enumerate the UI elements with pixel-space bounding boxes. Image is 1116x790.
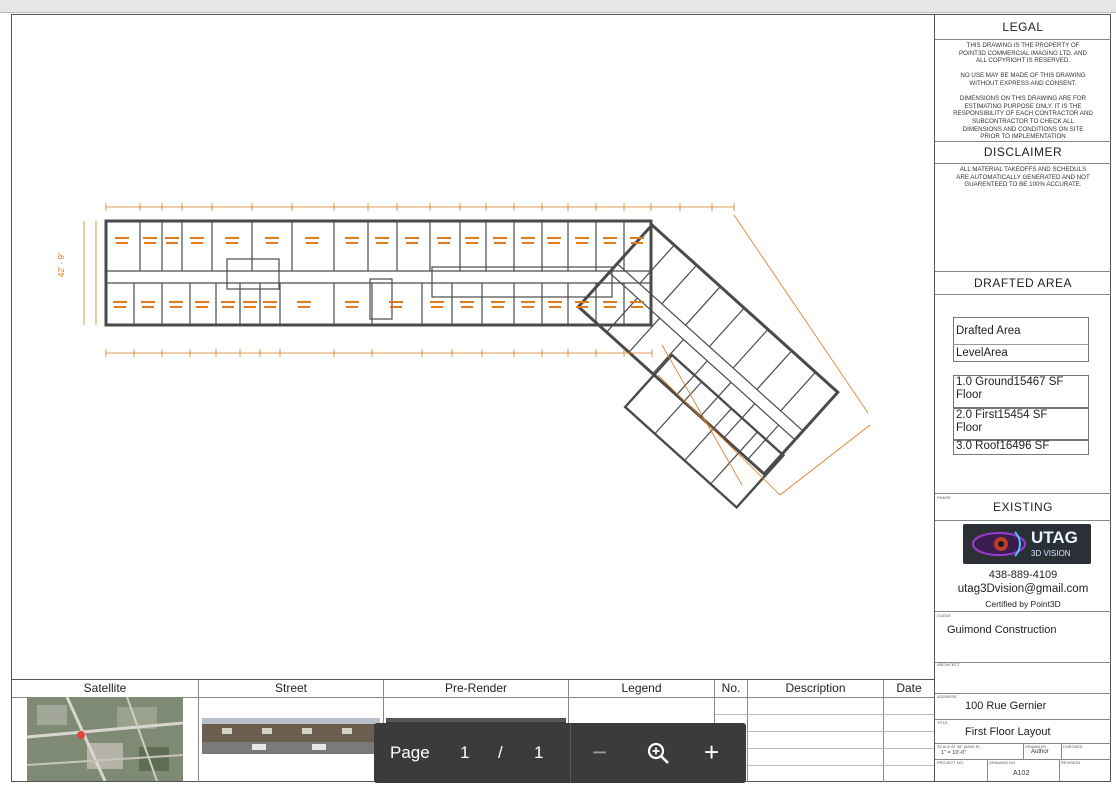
address-value: 100 Rue Gernier (965, 700, 1047, 712)
revision-date-label: Date (884, 680, 934, 698)
revision-row-line (715, 731, 934, 732)
street-label: Street (199, 680, 383, 698)
street-image (202, 718, 380, 754)
floor-row-first: 2.0 First15454 SF Floor (953, 408, 1089, 441)
company-phone: 438-889-4109 (988, 569, 1058, 581)
current-page-input[interactable]: 1 (460, 743, 469, 763)
legal-text: THIS DRAWING IS THE PROPERTY OF POINT3D C… (935, 39, 1111, 141)
text-line: POINT3D COMMERCIAL IMAGING LTD. AND (959, 49, 1087, 57)
address-section: ADDRESS 100 Rue Gernier (935, 693, 1111, 720)
overall-dimension-label: 42' - 9" (57, 252, 66, 277)
disclaimer-text: ALL MATERIAL TAKEOFFS AND SCHEDULS ARE AU… (935, 163, 1111, 189)
company-logo: UTAG 3D VISION (963, 524, 1091, 564)
toolbar-divider (570, 723, 571, 783)
architect-section: ARCHITECT (935, 661, 1111, 694)
legend-label: Legend (569, 680, 714, 698)
floor-row-roof: 3.0 Roof16496 SF (953, 439, 1089, 455)
logo-text-sub: 3D VISION (1031, 549, 1071, 558)
client-name: Guimond Construction (947, 624, 1057, 636)
drawn-by-value: Author (1031, 749, 1049, 755)
legal-header: LEGAL (935, 15, 1111, 40)
scale-value: 1" = 10'-0" (941, 750, 967, 756)
phase-label: PHASE (937, 495, 951, 500)
disclaimer-title: DISCLAIMER (983, 145, 1063, 159)
text-line: PRIOR TO IMPLEMENTATION (980, 133, 1066, 141)
text-line: GUARENTEED TO BE 100% ACCURATE. (964, 181, 1082, 189)
satellite-cell: Satellite (12, 680, 199, 782)
floor-plan: 42' - 9" (57, 203, 871, 510)
zoom-in-button[interactable]: + (704, 737, 719, 768)
pdf-page-toolbar: Page 1 / 1 − + (374, 723, 746, 783)
drawing-title-value: First Floor Layout (965, 726, 1051, 738)
project-section: PROJECT NO. DRAWING NO. REVISION A102 (935, 759, 1111, 781)
title-block: LEGAL THIS DRAWING IS THE PROPERTY OF POI… (934, 15, 1111, 781)
zoom-out-button[interactable]: − (592, 737, 607, 768)
level-area-col-header: LevelArea (956, 347, 1008, 359)
page-label: Page (390, 743, 430, 762)
revision-row-line (715, 765, 934, 766)
prerender-label: Pre-Render (384, 680, 568, 698)
disclaimer-body: ALL MATERIAL TAKEOFFS AND SCHEDULS ARE AU… (935, 163, 1111, 272)
revision-no-label: No. (715, 680, 747, 698)
text-line: ARE AUTOMATICALLY GENERATED AND NOT (956, 173, 1090, 181)
company-email: utag3Dvision@gmail.com (957, 583, 1089, 595)
text-line: ESTIMATING PURPOSE ONLY. IT IS THE (964, 102, 1082, 110)
drafted-area-table: Drafted Area LevelArea (953, 317, 1089, 362)
viewer-top-bar (0, 0, 1116, 13)
text-line (941, 88, 1105, 96)
drafted-area-col-header: Drafted Area (954, 318, 1088, 345)
drafted-area-header: DRAFTED AREA (935, 271, 1111, 295)
phase-section: PHASE EXISTING (935, 493, 1111, 521)
text-line: DIMENSIONS ON THIS DRAWING ARE FOR (959, 95, 1087, 103)
revision-description-label: Description (748, 680, 883, 698)
satellite-label: Satellite (12, 680, 198, 698)
text-line: WITHOUT EXPRESS AND CONSENT. (969, 79, 1077, 87)
logo-text-main: UTAG (1031, 528, 1078, 547)
text-line: THIS DRAWING IS THE PROPERTY OF (966, 42, 1080, 49)
text-line (941, 65, 1105, 73)
text-line: ALL MATERIAL TAKEOFFS AND SCHEDULS (959, 166, 1087, 173)
text-line: DIMENSIONS AND CONDITIONS ON SITE (962, 125, 1084, 133)
client-section: CLIENT Guimond Construction (935, 611, 1111, 663)
text-line: NO USE MAY BE MADE OF THIS DRAWING (960, 72, 1086, 80)
satellite-image (27, 697, 183, 781)
street-cell: Street (199, 680, 384, 782)
title-section: TITLE First Floor Layout (935, 719, 1111, 744)
drawing-sheet: 42' - 9" LEGAL THIS DRAWING IS THE PROPE… (11, 14, 1111, 782)
text-line: RESPONSIBILITY OF EACH CONTRACTOR AND (953, 110, 1093, 118)
total-pages: 1 (534, 743, 544, 762)
drawing-number: A102 (1013, 770, 1030, 777)
zoom-fit-icon[interactable] (646, 741, 670, 765)
legal-title: LEGAL (1002, 20, 1044, 34)
certified-by: Certified by Point3D (985, 599, 1061, 609)
floor-row-ground: 1.0 Ground15467 SF Floor (953, 375, 1089, 408)
page-separator: / (498, 743, 503, 762)
revision-row-line (715, 714, 934, 715)
revision-row-line (715, 748, 934, 749)
text-line: ALL COPYRIGHT IS RESERVED. (975, 57, 1071, 65)
scale-section: SCALE AT 36" (ANSI E) DRAWN BY CHECKED 1… (935, 743, 1111, 760)
legal-body: THIS DRAWING IS THE PROPERTY OF POINT3D C… (935, 39, 1111, 142)
text-line: SUBCONTRACTOR TO CHECK ALL (971, 117, 1075, 125)
disclaimer-header: DISCLAIMER (935, 141, 1111, 164)
phase-value: EXISTING (992, 500, 1053, 514)
drafted-area-title: DRAFTED AREA (973, 276, 1072, 290)
